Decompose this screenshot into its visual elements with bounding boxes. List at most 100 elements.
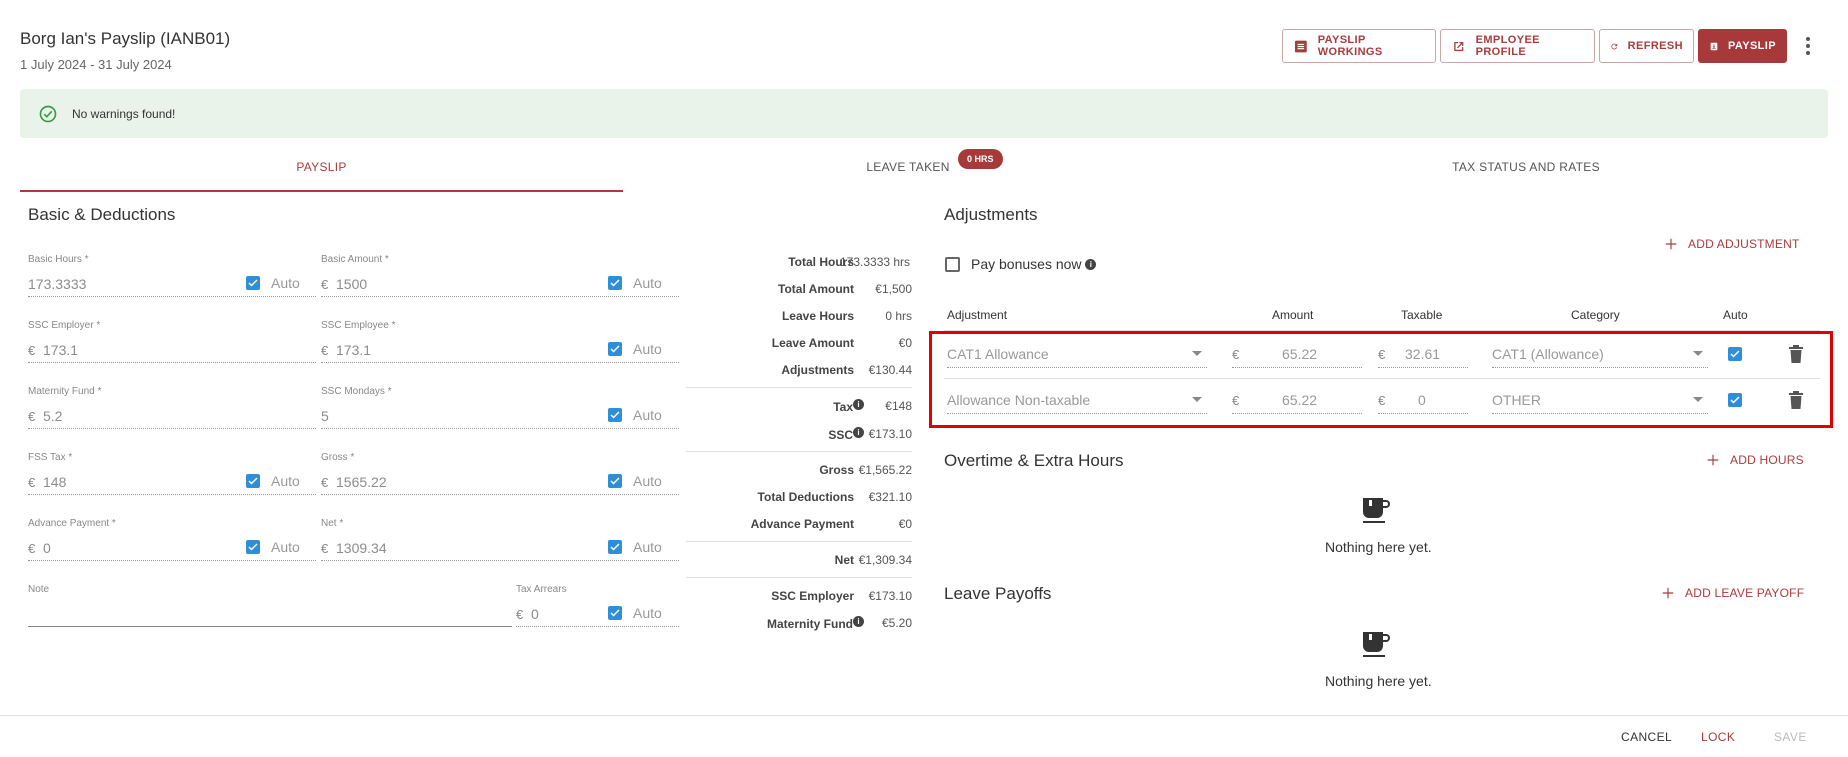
summary-total-deductions-label: Total Deductions [757,490,854,504]
summary-advance-payment-label: Advance Payment [750,517,854,531]
summary-divider [686,451,912,452]
check-icon [248,543,258,551]
summary-adjustments-value: €130.44 [868,363,912,377]
maternity-fund-currency: € [28,409,36,424]
check-circle-icon [39,105,57,122]
col-amount: Amount [1272,308,1314,322]
gross-currency: € [321,475,329,490]
ssc-employee-auto-label: Auto [633,341,662,357]
advance-payment-underline [28,560,316,561]
summary-gross-label: Gross [819,463,854,477]
fss-tax-label: FSS Tax * [28,452,73,463]
col-auto: Auto [1723,308,1748,322]
basic-amount-currency: € [321,277,329,292]
add-leave-payoff-button[interactable]: ADD LEAVE PAYOFF [1661,586,1804,600]
basic-amount-auto-checkbox[interactable] [608,276,622,290]
tax-arrears-auto-label: Auto [633,605,662,621]
gross-auto-checkbox[interactable] [608,474,622,488]
basic-hours-auto-checkbox[interactable] [246,276,260,290]
basic-amount-auto-label: Auto [633,275,662,291]
ssc-employer-underline [28,362,316,363]
net-underline [321,560,679,561]
advance-payment-input[interactable]: 0 [43,540,51,556]
net-auto-checkbox[interactable] [608,540,622,554]
add-adjustment-button[interactable]: ADD ADJUSTMENT [1664,237,1799,251]
ssc-mondays-input[interactable]: 5 [321,408,329,424]
summary-total-amount-label: Total Amount [778,282,854,296]
pay-bonuses-checkbox[interactable] [945,257,960,272]
employee-profile-button[interactable]: EMPLOYEE PROFILE [1440,29,1595,63]
basic-hours-auto-label: Auto [271,275,300,291]
tab-tax-status[interactable]: TAX STATUS AND RATES [1426,160,1626,174]
plus-icon [1665,238,1677,250]
summary-divider [686,577,912,578]
tab-payslip[interactable]: PAYSLIP [20,160,623,174]
summary-ssc-employer-label: SSC Employer [771,589,854,603]
employee-profile-label: EMPLOYEE PROFILE [1475,34,1540,58]
summary-ssc-label: SSC i [660,427,864,442]
banner-text: No warnings found! [72,106,176,121]
check-icon [610,345,620,353]
advance-payment-currency: € [28,541,36,556]
summary-tax-label: Tax i [660,399,864,414]
more-options-icon[interactable] [1800,33,1816,59]
tax-arrears-currency: € [516,607,524,622]
refresh-label: REFRESH [1627,40,1683,52]
coffee-cup-icon [1363,498,1390,523]
tax-arrears-auto-checkbox[interactable] [608,606,622,620]
payslip-label: PAYSLIP [1727,40,1776,52]
gross-auto-label: Auto [633,473,662,489]
ssc-employee-auto-checkbox[interactable] [608,342,622,356]
basic-hours-label: Basic Hours * [28,254,89,265]
refresh-button[interactable]: REFRESH [1599,29,1694,63]
fss-tax-input[interactable]: 148 [43,474,66,490]
summary-leave-hours-value: 0 hrs [885,309,912,323]
ssc-employee-input[interactable]: 173.1 [336,342,371,358]
fss-tax-currency: € [28,475,36,490]
basic-deductions-title: Basic & Deductions [28,205,176,224]
cancel-button[interactable]: CANCEL [1621,730,1672,744]
net-input[interactable]: 1309.34 [336,540,387,556]
basic-amount-input[interactable]: 1500 [336,276,367,292]
basic-hours-input[interactable]: 173.3333 [28,276,86,292]
note-label: Note [28,584,50,595]
plus-icon [1707,454,1719,466]
refresh-icon [1611,43,1618,49]
summary-divider [686,387,912,388]
summary-total-hours-label: Total Hours [788,255,854,269]
net-auto-label: Auto [633,539,662,555]
ssc-mondays-auto-checkbox[interactable] [608,408,622,422]
advance-payment-auto-checkbox[interactable] [246,540,260,554]
info-icon[interactable]: i [1085,259,1097,270]
summary-maternity-fund-value: €5.20 [881,616,912,630]
payslip-download-button[interactable]: PAYSLIP [1698,29,1787,63]
fss-tax-auto-label: Auto [271,473,300,489]
col-taxable: Taxable [1401,308,1443,322]
lock-button[interactable]: LOCK [1701,730,1735,744]
download-file-icon [1710,42,1718,50]
overtime-empty-text: Nothing here yet. [1325,539,1432,555]
summary-advance-payment-value: €0 [898,517,912,531]
save-button[interactable]: SAVE [1774,730,1807,744]
payslip-workings-button[interactable]: PAYSLIP WORKINGS [1282,29,1436,63]
add-adjustment-label: ADD ADJUSTMENT [1688,237,1800,251]
summary-tax-value: €148 [885,399,912,413]
note-input[interactable] [28,606,508,624]
adjustments-title: Adjustments [944,205,1038,224]
ssc-employer-label: SSC Employer * [28,320,101,331]
leave-payoffs-title: Leave Payoffs [944,584,1052,603]
check-icon [610,477,620,485]
warnings-banner: No warnings found! [20,89,1828,138]
ssc-employer-currency: € [28,343,36,358]
add-hours-button[interactable]: ADD HOURS [1706,453,1804,467]
summary-divider [686,541,912,542]
gross-input[interactable]: 1565.22 [336,474,387,490]
check-icon [610,411,620,419]
ssc-mondays-underline [321,428,679,429]
tax-arrears-input[interactable]: 0 [531,606,539,622]
maternity-fund-input[interactable]: 5.2 [43,408,62,424]
basic-hours-underline [28,296,316,297]
summary-ssc-employer-value: €173.10 [868,589,912,603]
ssc-employer-input[interactable]: 173.1 [43,342,78,358]
fss-tax-auto-checkbox[interactable] [246,474,260,488]
